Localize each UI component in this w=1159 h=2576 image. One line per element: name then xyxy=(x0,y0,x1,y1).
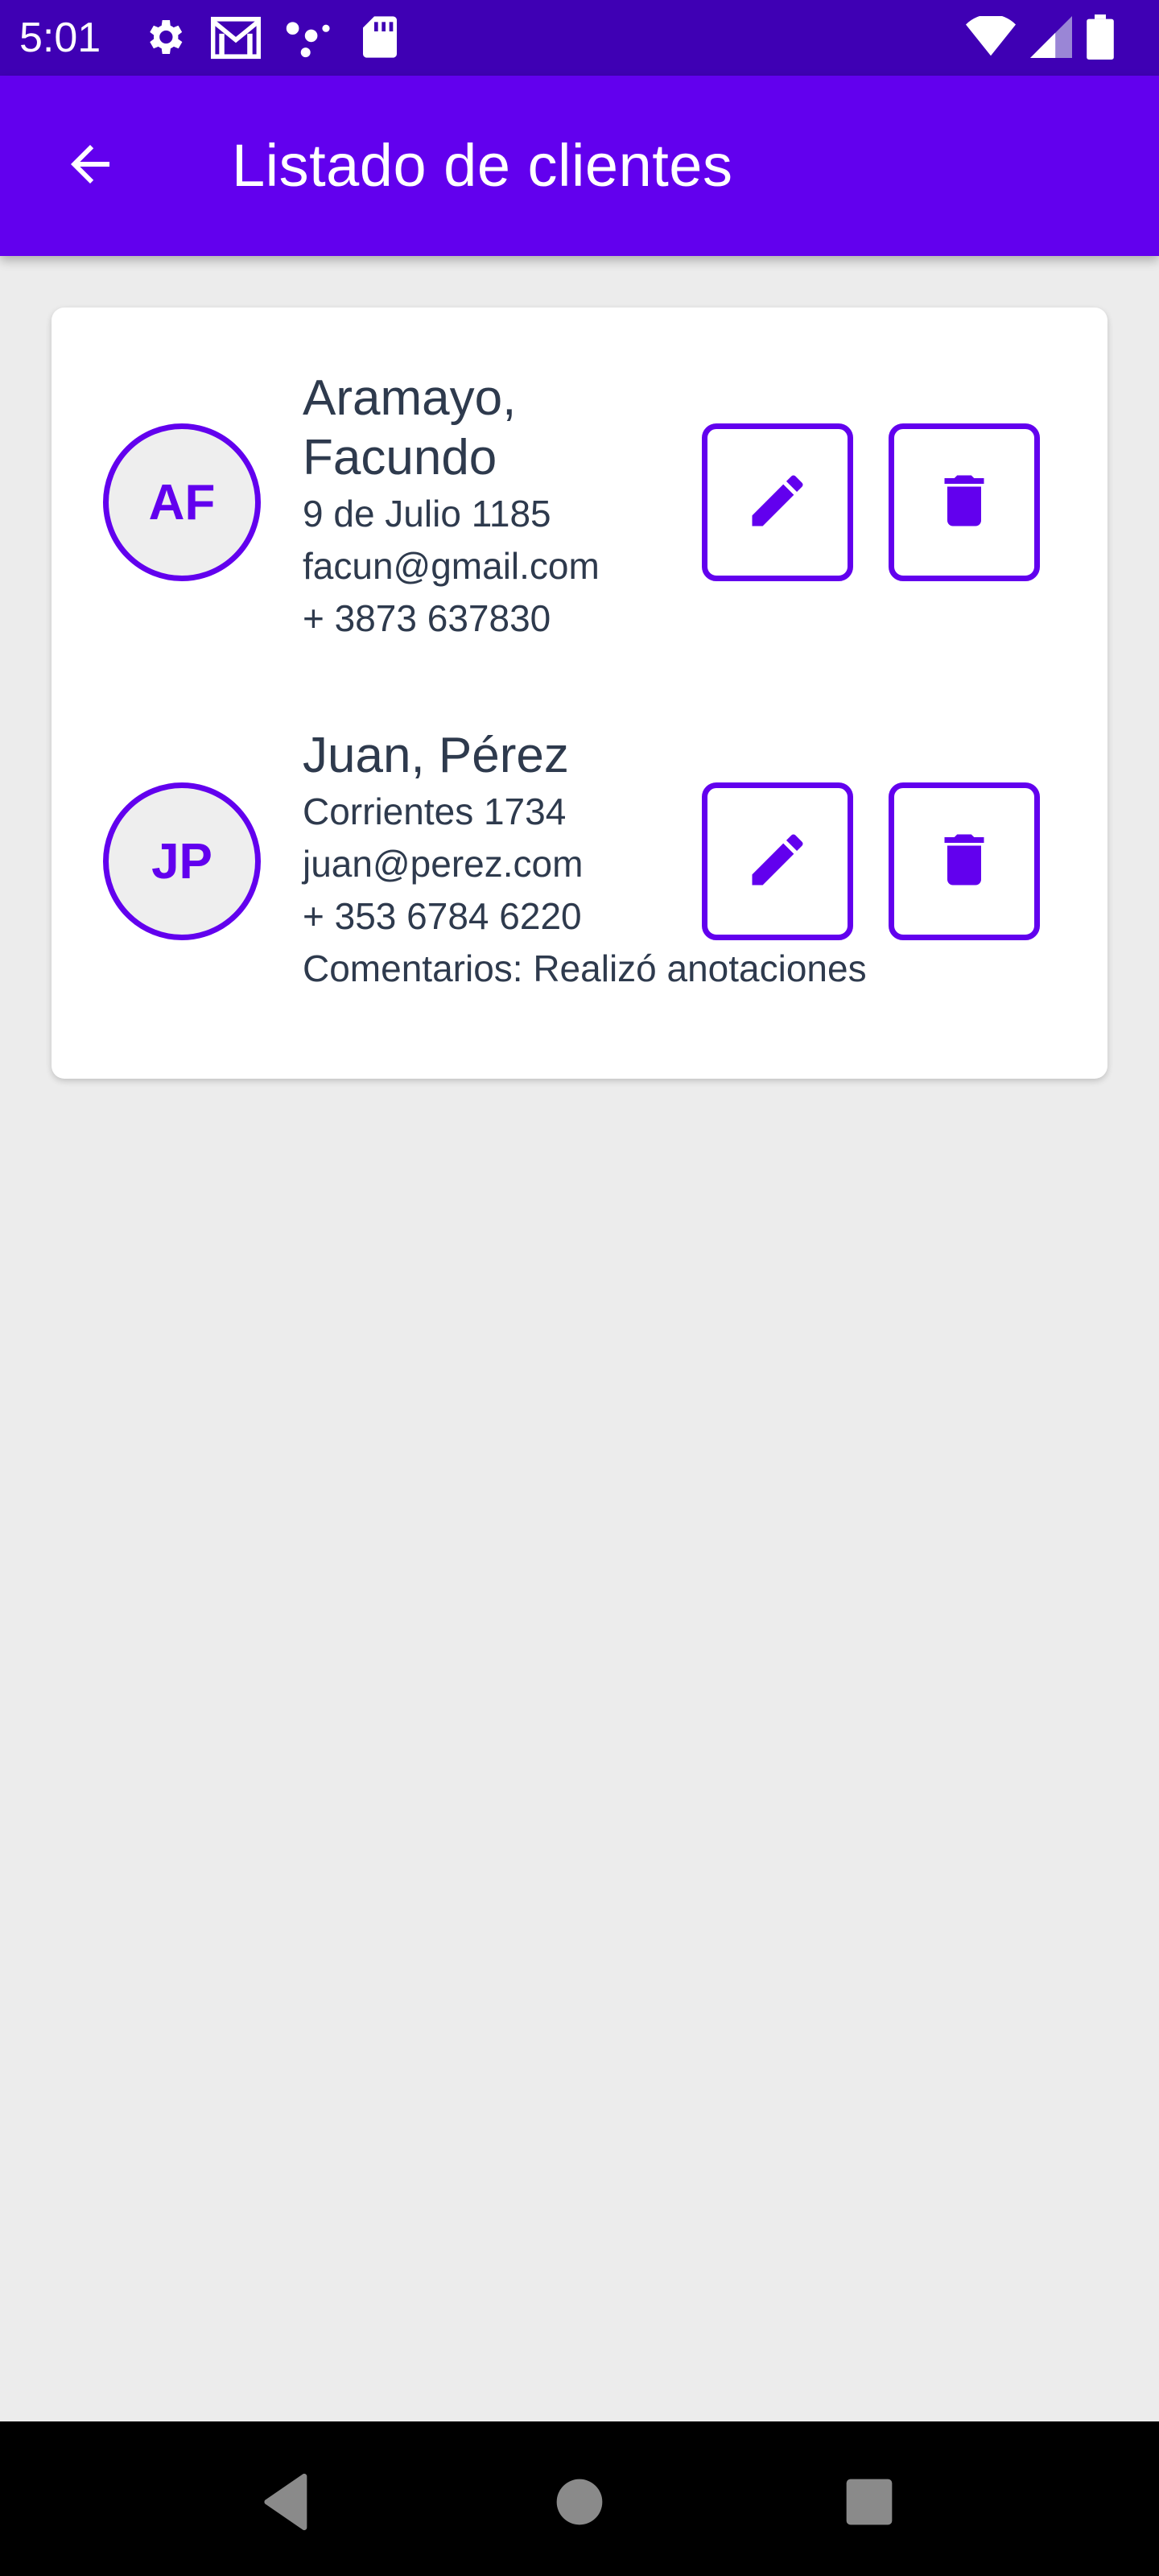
delete-button[interactable] xyxy=(889,782,1040,940)
home-circle-icon xyxy=(547,2479,612,2537)
status-time: 5:01 xyxy=(19,14,101,61)
recents-square-icon xyxy=(837,2479,901,2537)
signal-icon xyxy=(1030,16,1072,62)
avatar: AF xyxy=(103,423,261,581)
gear-icon xyxy=(142,14,187,64)
client-address: 9 de Julio 1185 xyxy=(303,493,551,535)
nav-recents-button[interactable] xyxy=(837,2470,901,2534)
arrow-left-icon xyxy=(61,135,119,197)
navigation-bar xyxy=(0,2421,1159,2576)
back-triangle-icon xyxy=(256,2473,320,2537)
status-icons-right xyxy=(966,14,1159,63)
client-name-continued: Facundo xyxy=(303,430,497,485)
edit-button[interactable] xyxy=(702,782,853,940)
nav-home-button[interactable] xyxy=(547,2470,612,2534)
avatar: JP xyxy=(103,782,261,940)
edit-button[interactable] xyxy=(702,423,853,581)
client-name: Aramayo, xyxy=(303,370,517,426)
client-list-card: AF Aramayo, Facundo 9 de Julio 1185 facu… xyxy=(52,308,1107,1079)
trash-icon xyxy=(930,826,998,898)
dots-icon xyxy=(285,21,330,62)
client-item: AF Aramayo, Facundo 9 de Julio 1185 facu… xyxy=(52,308,1107,646)
pencil-icon xyxy=(744,826,811,898)
client-comment: Comentarios: Realizó anotaciones xyxy=(303,947,867,989)
client-item: JP Juan, Pérez Corrientes 1734 juan@pere… xyxy=(52,646,1107,1079)
page-title: Listado de clientes xyxy=(232,132,733,199)
sd-card-icon xyxy=(362,14,398,64)
app-bar: Listado de clientes xyxy=(0,76,1159,256)
nav-back-button[interactable] xyxy=(256,2470,320,2534)
battery-icon xyxy=(1087,14,1114,64)
status-bar: 5:01 xyxy=(0,0,1159,76)
client-name: Juan, Pérez xyxy=(303,728,569,783)
wifi-icon xyxy=(966,14,1016,62)
client-phone: + 3873 637830 xyxy=(303,597,551,639)
client-email: facun@gmail.com xyxy=(303,545,600,587)
client-info: Aramayo, Facundo 9 de Julio 1185 facun@g… xyxy=(303,369,721,645)
gmail-icon xyxy=(210,16,262,64)
delete-button[interactable] xyxy=(889,423,1040,581)
trash-icon xyxy=(930,467,998,539)
back-button[interactable] xyxy=(45,126,135,206)
pencil-icon xyxy=(744,467,811,539)
